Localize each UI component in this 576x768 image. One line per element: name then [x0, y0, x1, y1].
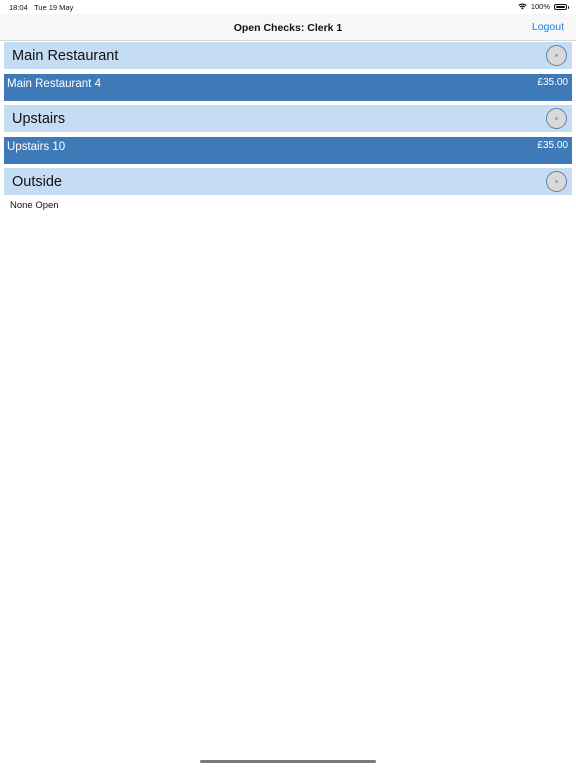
- toggle-dot-icon: [555, 117, 558, 120]
- empty-state-text: None Open: [10, 200, 59, 211]
- battery-icon: [554, 3, 569, 10]
- toggle-dot-icon: [555, 180, 558, 183]
- toggle-dot-icon: [555, 54, 558, 57]
- section-header-upstairs[interactable]: Upstairs: [4, 105, 572, 132]
- check-row[interactable]: Upstairs 10 £35.00: [4, 137, 572, 164]
- battery-percent: 100%: [530, 2, 550, 11]
- check-name: Main Restaurant 4: [7, 78, 101, 90]
- navigation-bar: Open Checks: Clerk 1 Logout: [0, 14, 576, 41]
- page-title: Open Checks: Clerk 1: [233, 22, 343, 34]
- status-bar: 18:04 Tue 19 May 100%: [0, 0, 576, 14]
- check-row[interactable]: Main Restaurant 4 £35.00: [4, 74, 572, 101]
- section-header-outside[interactable]: Outside: [4, 168, 572, 195]
- check-name: Upstairs 10: [7, 141, 66, 153]
- section-toggle-button[interactable]: [546, 108, 567, 129]
- status-date: Tue 19 May: [34, 3, 74, 12]
- section-toggle-button[interactable]: [546, 45, 567, 66]
- check-amount: £35.00: [537, 77, 568, 88]
- wifi-icon: [518, 3, 527, 10]
- status-indicators: 100%: [518, 2, 569, 11]
- check-amount: £35.00: [537, 140, 568, 151]
- status-time: 18:04: [9, 3, 28, 12]
- home-indicator[interactable]: [200, 760, 376, 763]
- section-title: Main Restaurant: [12, 48, 119, 64]
- section-title: Upstairs: [12, 111, 66, 127]
- section-toggle-button[interactable]: [546, 171, 567, 192]
- section-header-main-restaurant[interactable]: Main Restaurant: [4, 42, 572, 69]
- logout-button[interactable]: Logout: [532, 21, 564, 33]
- section-title: Outside: [12, 174, 62, 190]
